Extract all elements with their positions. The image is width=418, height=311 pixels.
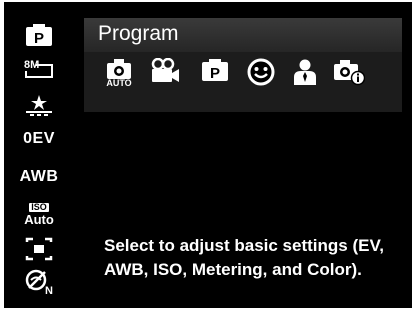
mode-camera-info[interactable] [330,58,368,102]
panel-title: Program [98,22,179,45]
title-bar: Program [84,18,402,52]
sidebar-item-resolution[interactable]: 8M [16,54,62,84]
iso-icon: ISO Auto [24,201,54,227]
iso-auto-label: Auto [24,211,54,227]
sidebar-item-iso[interactable]: ISO Auto [16,199,62,229]
sidebar-item-program[interactable]: P [16,20,62,50]
movie-camera-icon [151,58,179,82]
exposure-label: 0EV [23,130,55,147]
color-icon: N [25,269,53,296]
sidebar-item-metering[interactable] [16,234,62,264]
mode-smile[interactable] [242,58,280,102]
sidebar-item-quality[interactable] [16,90,62,120]
portrait-person-icon [294,59,316,85]
resolution-8m-icon: 8M [24,59,53,78]
camera-info-icon [334,60,365,86]
program-p-icon: P [202,59,228,82]
mode-auto-label: AUTO [106,78,132,88]
auto-camera-icon [107,59,131,79]
mode-panel: Program AUTO P [84,18,402,112]
sidebar-item-exposure[interactable]: 0EV [16,124,62,154]
sidebar-item-white-balance[interactable]: AWB [16,162,62,192]
svg-text:P: P [210,65,220,82]
help-description: Select to adjust basic settings (EV, AWB… [104,236,384,279]
sidebar-item-color[interactable]: N [16,267,62,297]
mode-movie[interactable] [146,58,184,102]
settings-sidebar: P 8M 0EV AWB ISO Auto N [4,2,82,308]
metering-icon [25,237,53,261]
svg-text:N: N [45,285,53,296]
svg-text:P: P [34,30,44,47]
mode-program[interactable]: P [196,58,234,102]
mode-selector: AUTO P [100,58,400,102]
camera-screen: P 8M 0EV AWB ISO Auto N Program AUTO P S… [4,2,412,308]
smile-face-icon [247,58,275,86]
white-balance-label: AWB [19,168,59,185]
iso-box-label: ISO [29,201,49,212]
quality-stars-icon [26,95,52,116]
program-p-icon: P [26,24,52,47]
mode-portrait[interactable] [286,58,324,102]
mode-auto[interactable]: AUTO [100,58,138,102]
